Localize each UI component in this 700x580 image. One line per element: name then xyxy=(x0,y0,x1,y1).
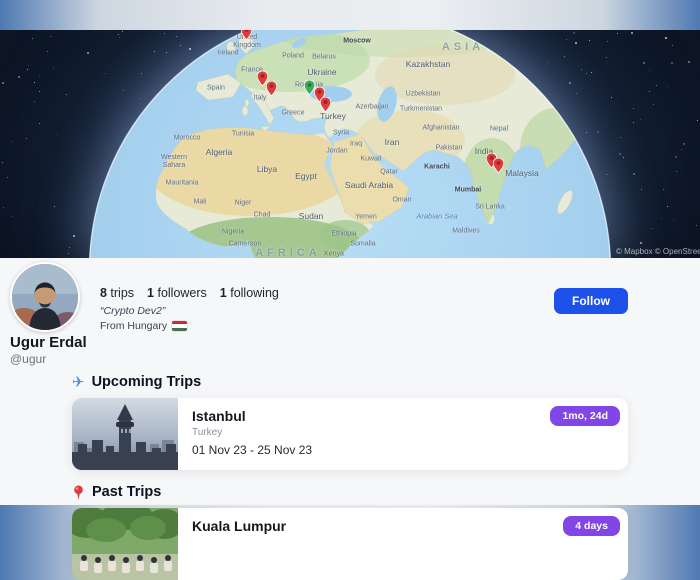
map-pin[interactable] xyxy=(265,80,277,97)
profile-from-label: From Hungary xyxy=(100,320,168,332)
trip-city: Kuala Lumpur xyxy=(192,518,287,534)
trip-card[interactable]: Istanbul Turkey 01 Nov 23 - 25 Nov 23 1mo, … xyxy=(72,398,628,470)
trip-thumbnail-istanbul-cityscape xyxy=(72,398,178,470)
trip-dates: 01 Nov 23 - 25 Nov 23 xyxy=(192,443,313,457)
round-pushpin-icon xyxy=(72,485,85,500)
profile-section: 8 trips 1 followers 1 following “Crypto De… xyxy=(0,258,700,366)
profile-username: @ugur xyxy=(10,352,47,366)
travel-profile-app: United KingdomIrelandFranceSpainItalyPol… xyxy=(0,30,700,580)
trip-thumbnail-kuala-lumpur-park xyxy=(72,508,178,580)
page: { "profile": { "name": "Ugur Erdal", "us… xyxy=(0,0,700,580)
map-pin[interactable] xyxy=(492,157,504,174)
upcoming-trips-title: Upcoming Trips xyxy=(91,374,202,390)
past-trips-title: Past Trips xyxy=(92,484,162,500)
profile-content: 8 trips 1 followers 1 following “Crypto De… xyxy=(0,258,700,580)
map-attribution-text[interactable]: © Mapbox © OpenStreetMap xyxy=(616,247,700,256)
follow-button[interactable]: Follow xyxy=(554,288,628,314)
world-map[interactable]: United KingdomIrelandFranceSpainItalyPol… xyxy=(0,30,700,258)
upcoming-trips-list: Istanbul Turkey 01 Nov 23 - 25 Nov 23 1mo, … xyxy=(72,398,628,470)
stat-trips: 8 trips xyxy=(100,286,135,300)
avatar xyxy=(10,262,80,332)
stat-followers[interactable]: 1 followers xyxy=(147,286,207,300)
map-pins xyxy=(0,30,700,258)
map-pin[interactable] xyxy=(319,96,331,113)
trip-info: Kuala Lumpur xyxy=(178,508,300,580)
past-trips-list: Kuala Lumpur 4 days xyxy=(72,508,628,580)
trip-info: Istanbul Turkey 01 Nov 23 - 25 Nov 23 xyxy=(178,398,326,470)
map-attribution[interactable]: © Mapbox © OpenStreetMap xyxy=(616,247,700,256)
trip-duration-badge: 4 days xyxy=(563,516,620,536)
hungary-flag-icon xyxy=(172,321,188,331)
trips-section: ✈ Upcoming Trips Istanbul Turkey 01 Nov 23… xyxy=(0,374,700,580)
profile-name: Ugur Erdal xyxy=(10,334,87,351)
airplane-icon: ✈ xyxy=(72,373,85,391)
past-trips-header: Past Trips xyxy=(72,484,628,500)
map-pin[interactable] xyxy=(240,30,252,41)
profile-stats: 8 trips 1 followers 1 following xyxy=(100,286,279,300)
upcoming-trips-header: ✈ Upcoming Trips xyxy=(72,374,628,390)
stat-following[interactable]: 1 following xyxy=(220,286,279,300)
profile-bio: “Crypto Dev2” xyxy=(100,305,166,317)
trip-duration-badge: 1mo, 24d xyxy=(550,406,620,426)
trip-card[interactable]: Kuala Lumpur 4 days xyxy=(72,508,628,580)
profile-from: From Hungary xyxy=(100,320,279,332)
trip-city: Istanbul xyxy=(192,408,246,424)
trip-country: Turkey xyxy=(192,427,223,438)
